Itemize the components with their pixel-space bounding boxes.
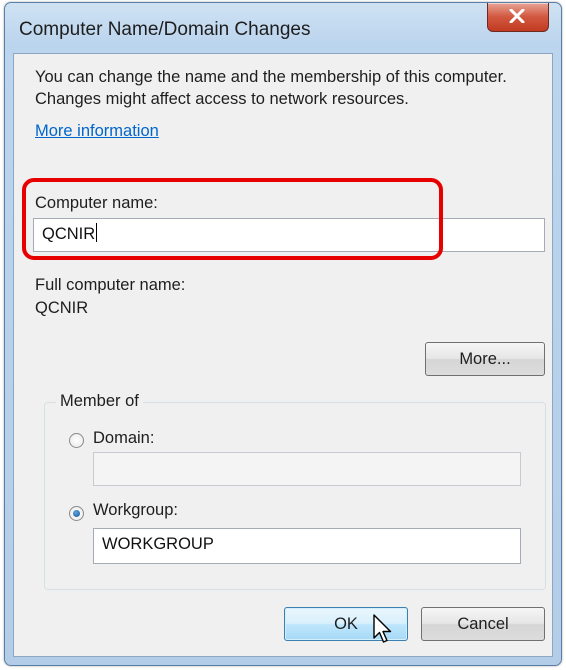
mouse-pointer-icon [373, 614, 392, 643]
more-information-link[interactable]: More information [35, 122, 159, 141]
workgroup-label: Workgroup: [93, 501, 178, 519]
more-button[interactable]: More... [425, 342, 545, 376]
domain-input[interactable] [93, 452, 521, 486]
domain-label: Domain: [93, 429, 155, 447]
workgroup-radio[interactable] [69, 506, 84, 521]
intro-text: You can change the name and the membersh… [35, 68, 507, 108]
window-title: Computer Name/Domain Changes [19, 19, 311, 40]
close-icon [509, 9, 525, 23]
close-button[interactable] [487, 3, 549, 32]
full-computer-name-value: QCNIR [35, 299, 89, 317]
cancel-button[interactable]: Cancel [421, 607, 545, 641]
domain-radio[interactable] [69, 433, 84, 448]
dialog-body: You can change the name and the membersh… [13, 53, 553, 657]
member-of-legend: Member of [56, 392, 143, 411]
dialog-window: Computer Name/Domain Changes You can cha… [4, 2, 562, 666]
computer-name-highlight [22, 178, 443, 260]
full-computer-name-label: Full computer name: [35, 276, 186, 294]
workgroup-value: WORKGROUP [102, 535, 214, 553]
workgroup-input[interactable]: WORKGROUP [93, 528, 521, 564]
title-bar[interactable]: Computer Name/Domain Changes [5, 3, 561, 53]
